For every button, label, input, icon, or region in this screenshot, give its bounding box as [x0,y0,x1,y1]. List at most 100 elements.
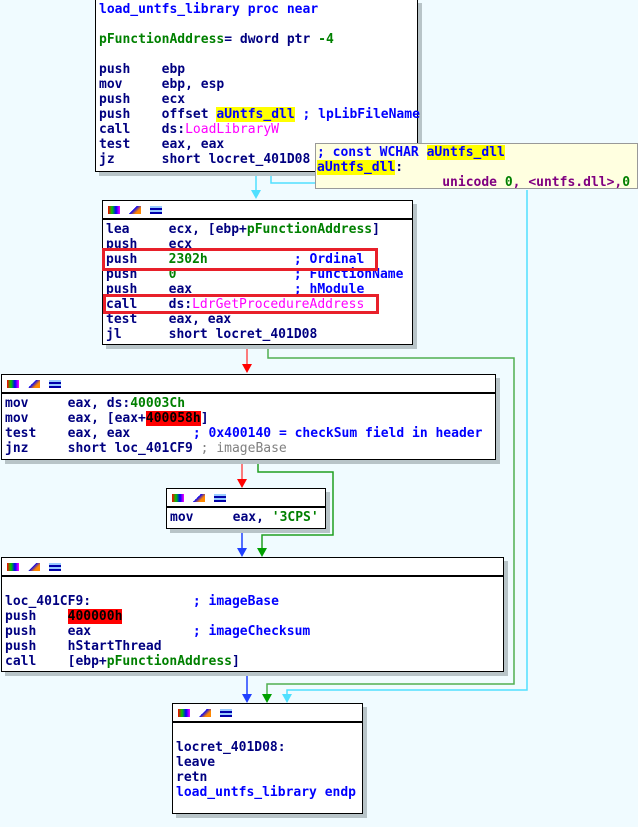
edit-icon[interactable] [129,205,141,214]
comment-icon[interactable] [150,205,162,214]
edit-icon[interactable] [199,708,211,717]
code-token: LoadLibraryW [185,122,280,137]
code-line[interactable]: leave [176,755,359,770]
code-token: loc_401CF9: [5,594,92,609]
block-header [2,375,495,394]
block-header [2,558,503,577]
code-token: jnz short loc_401CF9 [5,441,193,456]
code-token: push hStartThread [5,639,162,654]
code-token: load_untfs_library endp [176,785,357,800]
code-token: pFunctionAddress [99,32,225,47]
code-token: aUntfs_dll [216,107,295,122]
comment-icon[interactable] [49,379,61,388]
code-line[interactable]: ; const WCHAR aUntfs_dll [317,145,637,160]
block-header [173,704,362,723]
code-line[interactable]: load_untfs_library proc near [99,2,414,17]
comment-icon[interactable] [220,708,232,717]
code-line[interactable]: mov eax, '3CPS' [170,510,322,525]
code-line[interactable]: push ecx [99,92,414,107]
edit-icon[interactable] [28,562,40,571]
code-line[interactable] [99,17,414,32]
code-token: push ebp [99,62,186,77]
code-token: ; const WCHAR [317,145,427,160]
code-line[interactable]: push hStartThread [5,639,500,654]
code-line[interactable]: aUntfs_dll: [317,160,637,175]
code-token: locret_401D08: [176,740,286,755]
graph-color-icon[interactable] [7,379,19,388]
code-token: push offset [99,107,217,122]
code-token: ; lpLibFileName [294,107,420,122]
code-block-checksum[interactable]: mov eax, ds:40003Ch mov eax, [eax+400058h… [1,374,496,460]
graph-color-icon[interactable] [172,493,184,502]
code-token: jl short locret_401D08 [106,327,318,342]
code-line[interactable]: lea ecx, [ebp+pFunctionAddress] [106,222,409,237]
code-line[interactable]: unicode 0, <untfs.dll>,0 [317,175,637,190]
block-code: locret_401D08: leave retn load_untfs_librar… [173,723,362,802]
code-line[interactable]: retn [176,770,359,785]
block-code: mov eax, ds:40003Ch mov eax, [eax+400058h… [2,394,495,458]
code-line[interactable]: push eax ; imageChecksum [5,624,500,639]
code-token: ; imageChecksum [91,624,311,639]
comment-icon[interactable] [49,562,61,571]
code-token: ; imageBase [91,594,279,609]
code-line[interactable] [99,47,414,62]
string-tooltip: ; const WCHAR aUntfs_dll aUntfs_dll: unic… [315,143,638,190]
code-token: mov eax, [170,510,272,525]
code-token: jz short locret_401D08 [99,152,311,167]
code-line[interactable]: call ds:LoadLibraryW [99,122,414,137]
code-token: ] [372,222,380,237]
code-block-thread[interactable]: loc_401CF9: ; imageBase push 400000h push … [1,557,504,672]
code-token: , <untfs.dll>, [512,175,623,190]
code-line[interactable]: jl short locret_401D08 [106,327,409,342]
code-line[interactable]: mov eax, ds:40003Ch [5,396,492,411]
code-line[interactable]: load_untfs_library endp [176,785,359,800]
code-line[interactable]: push ebp [99,62,414,77]
code-token: test eax, eax [99,137,225,152]
code-token: = dword ptr [224,32,319,47]
block-code: mov eax, '3CPS' [167,508,325,527]
graph-color-icon[interactable] [178,708,190,717]
code-token: push eax [5,624,92,639]
code-line[interactable]: locret_401D08: [176,740,359,755]
code-block-3cps[interactable]: mov eax, '3CPS' [166,488,326,529]
code-token: push [5,609,68,624]
annotation-box-ordinal [102,248,378,271]
code-token: 400058h [145,411,201,426]
code-token: : [395,160,404,175]
comment-icon[interactable] [214,493,226,502]
code-token: aUntfs_dll [317,160,396,175]
code-token: mov eax, [eax+ [5,411,146,426]
code-token: ; 0x400140 = checkSum field in header [130,426,483,441]
block-header [103,201,412,220]
edit-icon[interactable] [193,493,205,502]
code-line[interactable]: mov eax, [eax+400058h] [5,411,492,426]
code-block-ret[interactable]: locret_401D08: leave retn load_untfs_librar… [172,703,363,814]
code-line[interactable] [176,725,359,740]
code-line[interactable] [5,579,500,594]
code-line[interactable]: test eax, eax [106,312,409,327]
code-token: test eax, eax [5,426,131,441]
code-token: retn [176,770,208,785]
code-token: mov ebp, esp [99,77,225,92]
code-token: 0 [504,175,513,190]
code-line[interactable]: push offset aUntfs_dll ; lpLibFileName [99,107,420,122]
graph-color-icon[interactable] [7,562,19,571]
code-block-getproc[interactable]: lea ecx, [ebp+pFunctionAddress] push ecx p… [102,200,413,345]
edit-icon[interactable] [28,379,40,388]
code-line[interactable]: loc_401CF9: ; imageBase [5,594,500,609]
graph-color-icon[interactable] [108,205,120,214]
code-token: unicode [317,175,505,190]
code-token: -4 [318,32,334,47]
code-line[interactable]: test eax, eax ; 0x400140 = checkSum fiel… [5,426,492,441]
code-line[interactable]: push 400000h [5,609,500,624]
code-line[interactable]: call [ebp+pFunctionAddress] [5,654,500,669]
code-line[interactable]: pFunctionAddress= dword ptr -4 [99,32,414,47]
code-token: test eax, eax [106,312,232,327]
code-line[interactable]: jnz short loc_401CF9 ; imageBase [5,441,492,456]
code-token: '3CPS' [271,510,319,525]
annotation-box-ldrgetprocedureaddress [103,294,379,314]
code-token: ; imageBase [192,441,287,456]
code-token: pFunctionAddress [106,654,232,669]
code-line[interactable]: mov ebp, esp [99,77,414,92]
code-token: mov eax, ds: [5,396,131,411]
